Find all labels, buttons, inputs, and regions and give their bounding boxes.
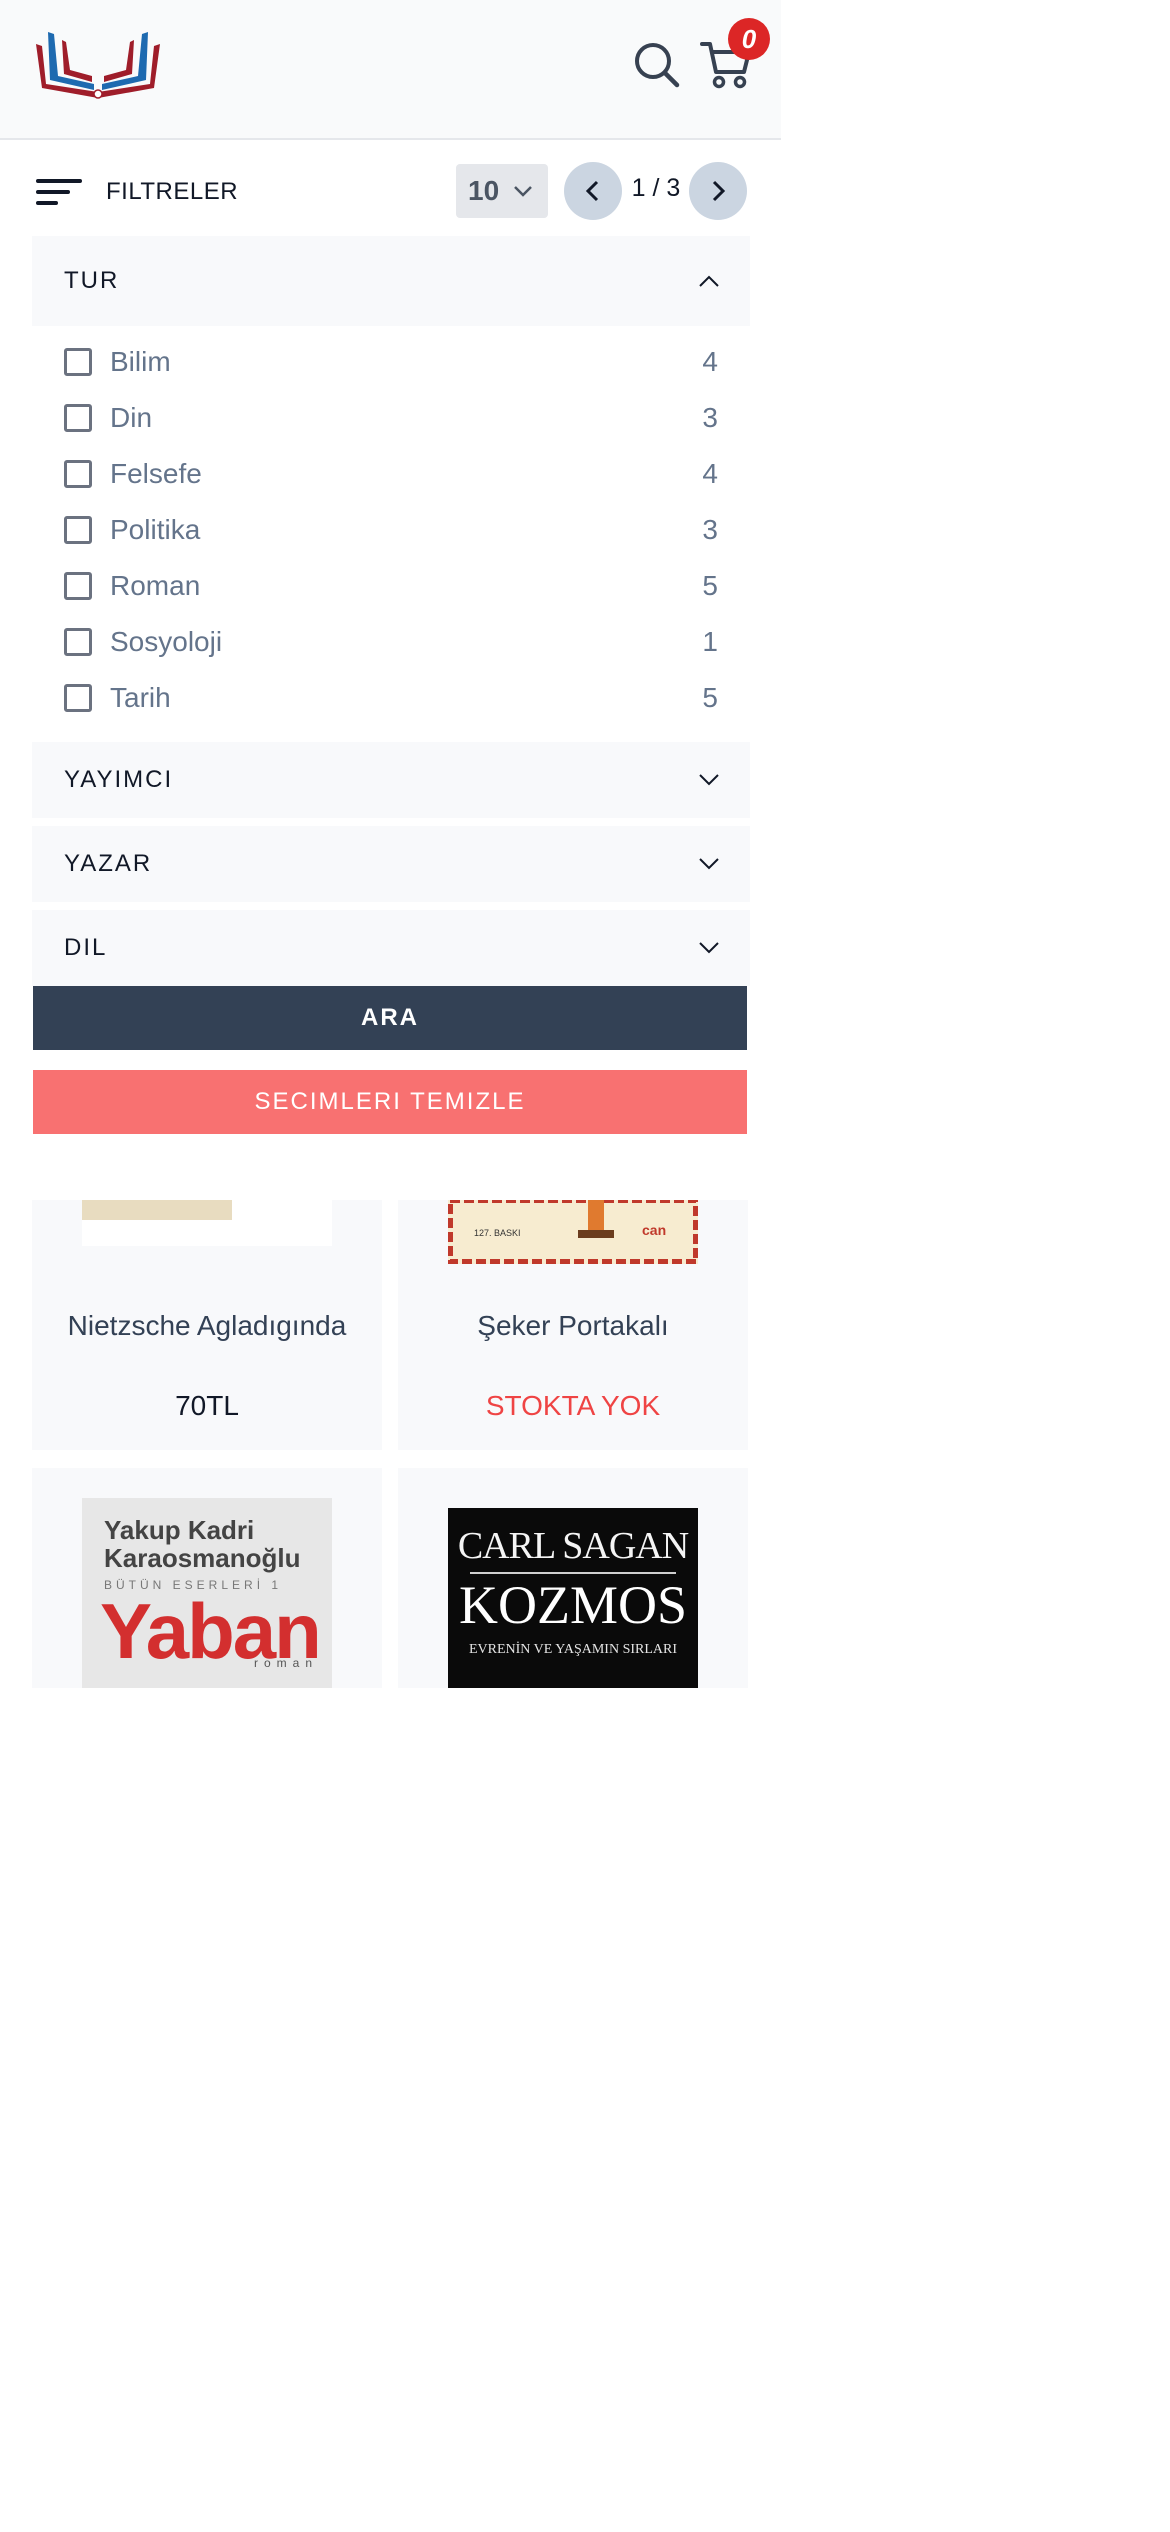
option-label: Felsefe — [110, 458, 202, 489]
filter-option-tarih[interactable]: Tarih 5 — [32, 670, 750, 726]
checkbox[interactable] — [64, 348, 92, 376]
product-price: 70TL — [175, 1390, 239, 1421]
filter-lines-icon — [36, 179, 82, 205]
book-cover-image: 127. BASKI can — [448, 1200, 698, 1264]
publisher-logo-text: can — [642, 1222, 667, 1238]
filter-option-felsefe[interactable]: Felsefe 4 — [32, 446, 750, 502]
filter-section-tur-header[interactable]: TUR — [32, 236, 750, 326]
filter-section-yazar-header[interactable]: YAZAR — [32, 826, 750, 902]
cover-subtitle: EVRENİN VE YAŞAMIN SIRLARI — [468, 1642, 678, 1657]
option-count: 3 — [702, 402, 718, 433]
search-icon[interactable] — [632, 40, 682, 90]
option-label: Politika — [110, 514, 201, 545]
option-label: Din — [110, 402, 153, 433]
filter-option-bilim[interactable]: Bilim 4 — [32, 334, 750, 390]
cover-genre: roman — [253, 1656, 318, 1670]
per-page-value: 10 — [468, 175, 500, 206]
book-cover-image — [82, 1200, 332, 1246]
option-label: Sosyoloji — [110, 626, 223, 657]
book-cover-image: CARL SAGAN KOZMOS EVRENİN VE YAŞAMIN SIR… — [448, 1508, 698, 1688]
chevron-up-icon — [699, 275, 719, 287]
cover-author: CARL SAGAN — [457, 1525, 689, 1567]
cover-title: KOZMOS — [458, 1575, 688, 1635]
filter-section-yayimci-header[interactable]: YAYIMCI — [32, 742, 750, 818]
product-card[interactable]: Yakup Kadri Karaosmanoğlu BÜTÜN ESERLERİ… — [32, 1468, 382, 1688]
blank-area — [0, 1688, 781, 2532]
checkbox[interactable] — [64, 460, 92, 488]
filter-label: FILTRELER — [106, 178, 239, 205]
option-count: 4 — [702, 458, 718, 489]
search-button[interactable]: ARA — [33, 986, 747, 1050]
product-title[interactable]: Nietzsche Agladıgında — [32, 1310, 382, 1342]
bookstore-logo[interactable] — [32, 26, 164, 104]
out-of-stock-label: STOKTA YOK — [485, 1390, 661, 1421]
filter-option-roman[interactable]: Roman 5 — [32, 558, 750, 614]
filter-panel: TUR Bilim 4 Din 3 Felsefe 4 Politika 3 R… — [32, 236, 750, 986]
checkbox[interactable] — [64, 628, 92, 656]
chevron-down-icon — [699, 858, 719, 870]
option-count: 5 — [702, 570, 718, 601]
option-count: 3 — [702, 514, 718, 545]
cart-count-badge: 0 — [728, 18, 770, 60]
next-page-button[interactable] — [689, 162, 747, 220]
book-cover-edge — [82, 1200, 232, 1220]
filter-toggle[interactable]: FILTRELER — [36, 172, 238, 212]
option-count: 1 — [702, 626, 718, 657]
section-title-yazar: YAZAR — [64, 850, 153, 877]
page-indicator: 1 / 3 — [631, 174, 681, 202]
product-card[interactable]: 127. BASKI can Şeker Portakalı STOKTA YO… — [398, 1200, 748, 1450]
top-header: 0 — [0, 0, 781, 140]
chevron-down-icon — [699, 942, 719, 954]
chevron-left-icon — [585, 180, 599, 202]
checkbox[interactable] — [64, 572, 92, 600]
option-label: Roman — [110, 570, 201, 601]
filter-option-din[interactable]: Din 3 — [32, 390, 750, 446]
filter-option-politika[interactable]: Politika 3 — [32, 502, 750, 558]
section-title-tur: TUR — [64, 267, 120, 294]
option-label: Bilim — [110, 346, 171, 377]
option-count: 5 — [702, 682, 718, 713]
cover-edition-text: 127. BASKI — [474, 1228, 521, 1238]
per-page-select[interactable]: 10 — [456, 164, 548, 218]
cover-author: Yakup Kadri Karaosmanoğlu — [104, 1515, 301, 1573]
chevron-right-icon — [712, 180, 726, 202]
previous-page-button[interactable] — [564, 162, 622, 220]
tur-options-list: Bilim 4 Din 3 Felsefe 4 Politika 3 Roman… — [32, 326, 750, 734]
option-label: Tarih — [110, 682, 171, 713]
filter-option-sosyoloji[interactable]: Sosyoloji 1 — [32, 614, 750, 670]
filter-section-dil-header[interactable]: DIL — [32, 910, 750, 986]
checkbox[interactable] — [64, 516, 92, 544]
checkbox[interactable] — [64, 404, 92, 432]
clear-selections-button[interactable]: SECIMLERI TEMIZLE — [33, 1070, 747, 1134]
product-card[interactable]: Nietzsche Agladıgında 70TL — [32, 1200, 382, 1450]
option-count: 4 — [702, 346, 718, 377]
product-card[interactable]: CARL SAGAN KOZMOS EVRENİN VE YAŞAMIN SIR… — [398, 1468, 748, 1688]
section-title-yayimci: YAYIMCI — [64, 766, 174, 793]
checkbox[interactable] — [64, 684, 92, 712]
chevron-down-icon — [514, 186, 533, 197]
chevron-down-icon — [699, 774, 719, 786]
listing-toolbar: FILTRELER 10 1 / 3 — [0, 142, 781, 238]
book-cover-image: Yakup Kadri Karaosmanoğlu BÜTÜN ESERLERİ… — [82, 1498, 332, 1688]
product-title[interactable]: Şeker Portakalı — [398, 1310, 748, 1342]
section-title-dil: DIL — [64, 934, 108, 961]
